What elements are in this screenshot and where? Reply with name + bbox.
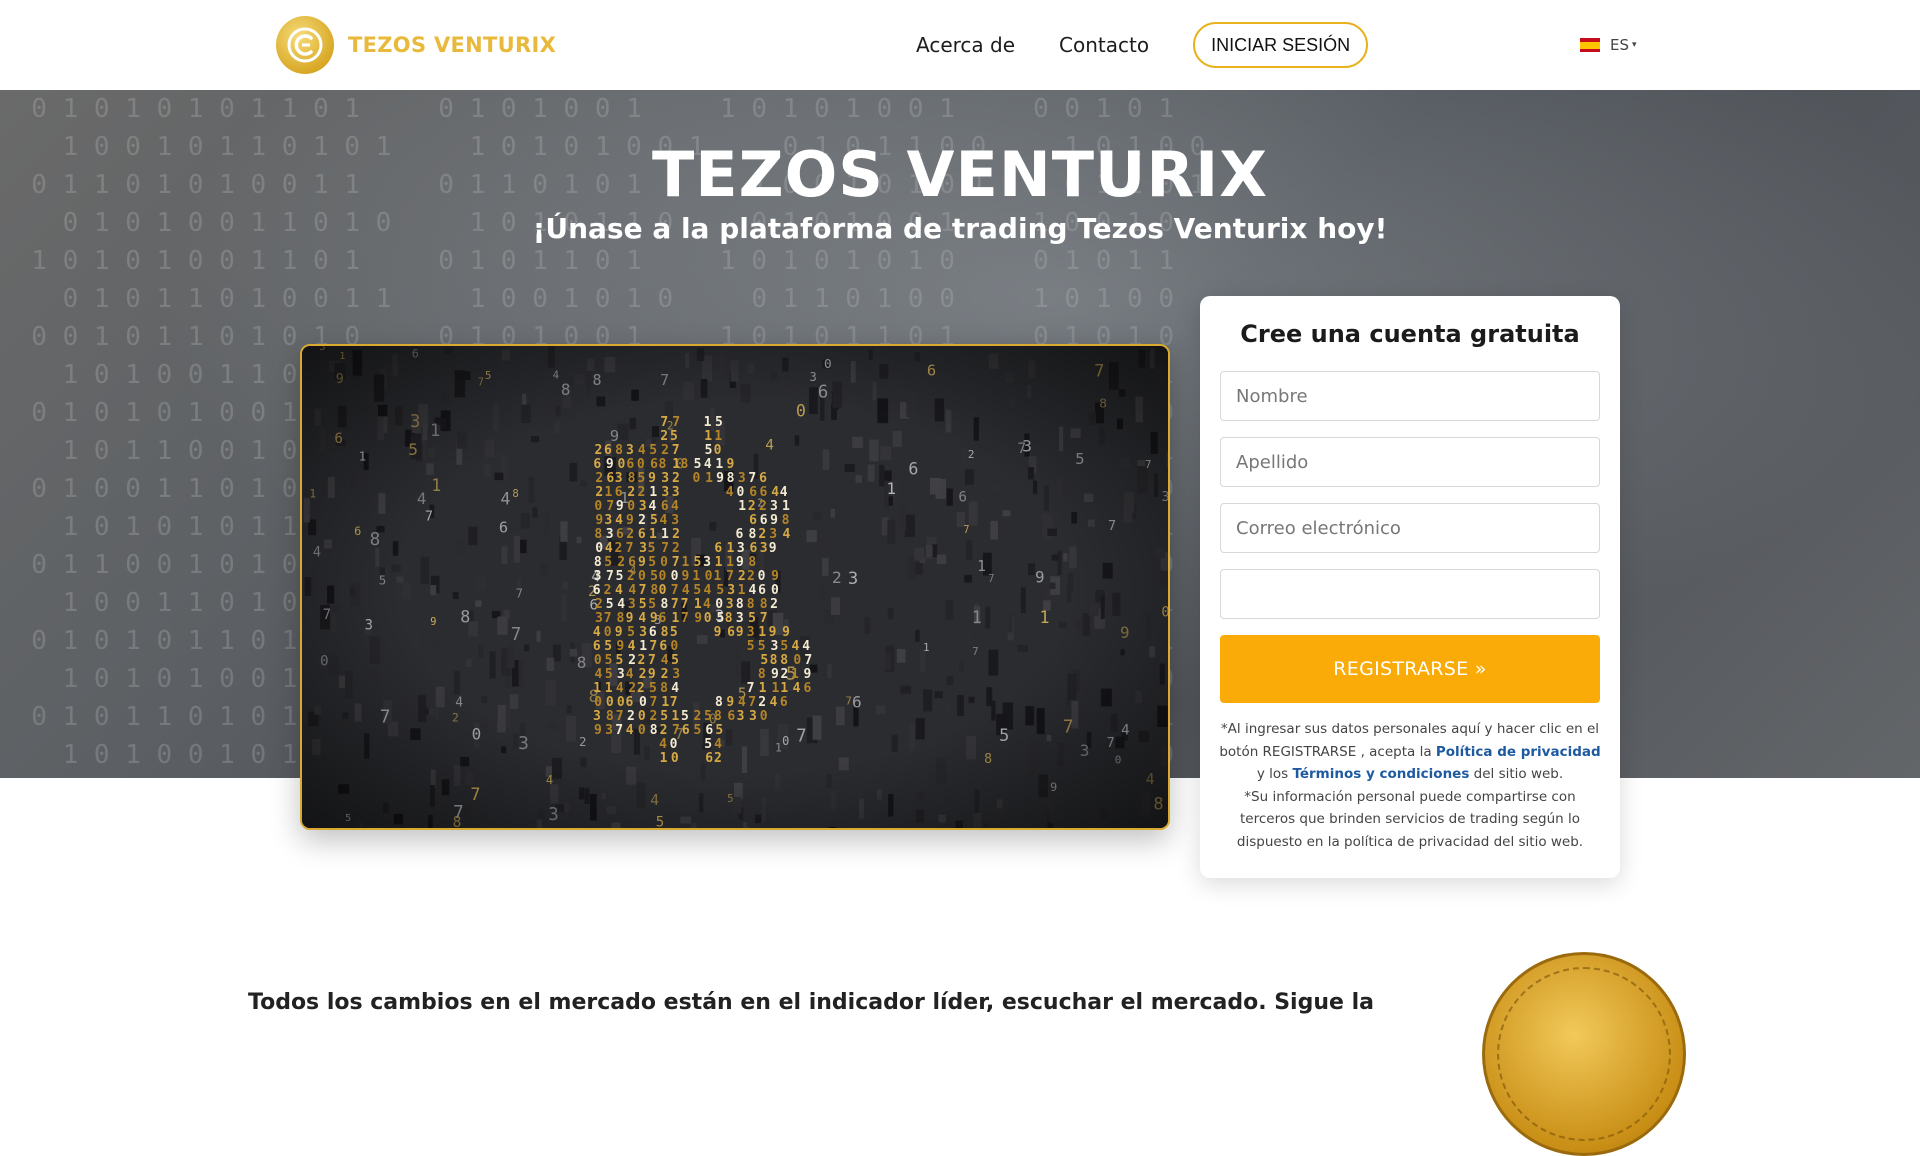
- email-field[interactable]: [1220, 503, 1600, 553]
- main-nav: Acerca de Contacto INICIAR SESIÓN: [916, 22, 1369, 68]
- disclaimer-text: del sitio web.: [1469, 766, 1564, 782]
- nav-about-link[interactable]: Acerca de: [916, 22, 1015, 68]
- hero-subtitle: ¡Únase a la plataforma de trading Tezos …: [532, 212, 1388, 245]
- disclaimer-text: *Su información personal puede compartir…: [1236, 788, 1584, 850]
- form-disclaimer: *Al ingresar sus datos personales aquí y…: [1218, 718, 1602, 853]
- last-name-field[interactable]: [1220, 437, 1600, 487]
- hero-title: TEZOS VENTURIX: [651, 138, 1269, 211]
- form-title: Cree una cuenta gratuita: [1240, 320, 1580, 348]
- first-name-field[interactable]: [1220, 371, 1600, 421]
- terms-link[interactable]: Términos y condiciones: [1292, 766, 1469, 782]
- signup-form: Cree una cuenta gratuita REGISTRARSE » *…: [1200, 296, 1620, 878]
- bitcoin-circuit-graphic: 4886738578108726244741047333417591554516…: [302, 346, 1168, 828]
- coin-logo-icon: [276, 16, 334, 74]
- spain-flag-icon: [1580, 38, 1600, 52]
- disclaimer-text: y los: [1256, 766, 1293, 782]
- bitcoin-coin-icon: [1482, 952, 1686, 1156]
- language-selector[interactable]: ES ▾: [1580, 36, 1637, 54]
- site-header: TEZOS VENTURIX Acerca de Contacto INICIA…: [0, 0, 1920, 90]
- bottom-heading: Todos los cambios en el mercado están en…: [248, 990, 1374, 1015]
- privacy-policy-link[interactable]: Política de privacidad: [1436, 744, 1601, 760]
- phone-field[interactable]: [1220, 569, 1600, 619]
- caret-down-icon: ▾: [1632, 40, 1637, 50]
- login-button[interactable]: INICIAR SESIÓN: [1193, 22, 1369, 68]
- brand-name: TEZOS VENTURIX: [348, 33, 557, 57]
- nav-contact-link[interactable]: Contacto: [1059, 22, 1149, 68]
- brand-logo[interactable]: TEZOS VENTURIX: [276, 16, 556, 74]
- register-button[interactable]: REGISTRARSE »: [1220, 635, 1600, 703]
- language-code: ES: [1610, 36, 1629, 54]
- bitcoin-circuit-image: 4886738578108726244741047333417591554516…: [300, 344, 1170, 830]
